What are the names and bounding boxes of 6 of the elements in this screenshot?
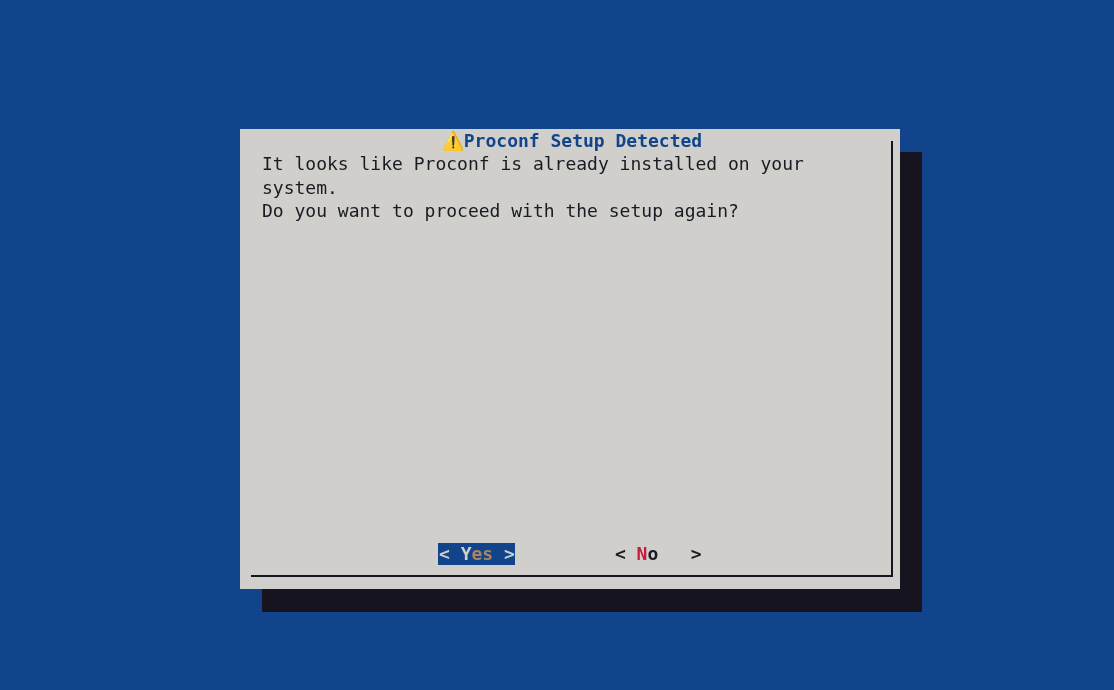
dialog-button[interactable]: < Yes > bbox=[438, 543, 515, 565]
message-text: system. bbox=[262, 175, 339, 199]
dialog-title: ⚠Proconf Setup Detected bbox=[440, 130, 704, 152]
message-text: It looks like Proconf is already installed on your bbox=[262, 152, 805, 176]
message-text: Do you want to proceed with the setup again? bbox=[262, 199, 740, 223]
dialog-button[interactable]: < No > bbox=[613, 543, 702, 565]
